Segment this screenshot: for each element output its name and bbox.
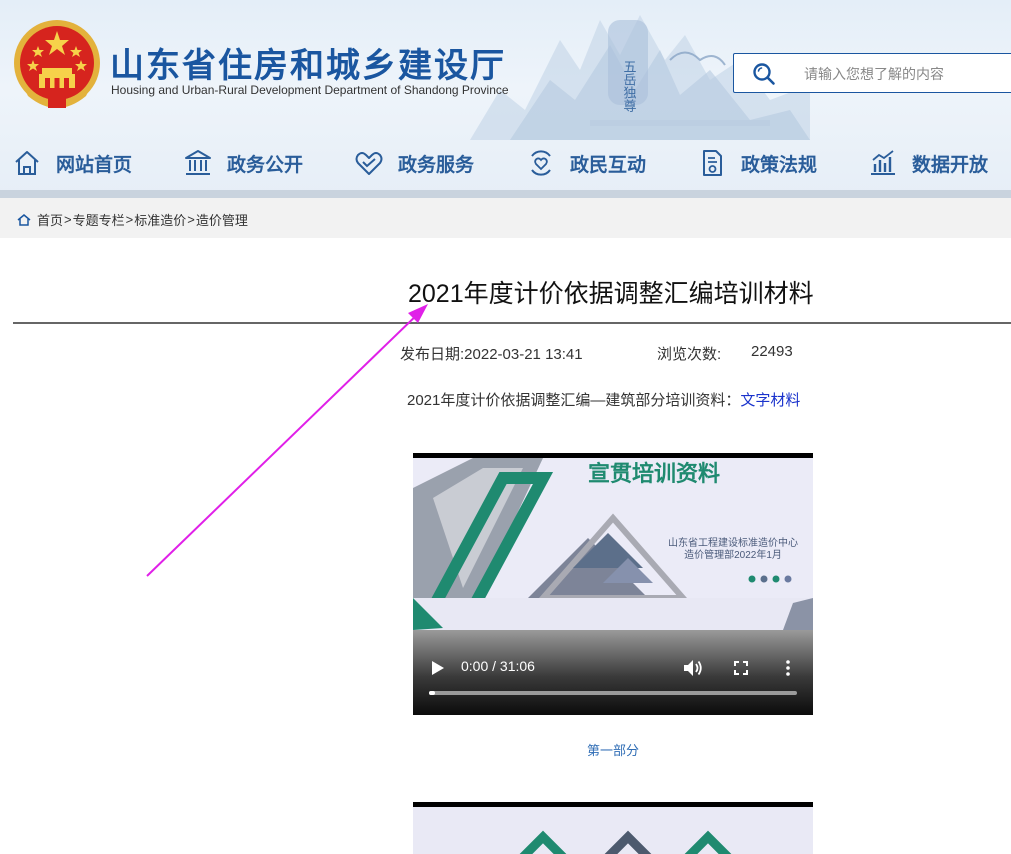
publish-date: 发布日期:2022-03-21 13:41: [400, 343, 583, 364]
publish-date-label: 发布日期:: [400, 346, 465, 363]
interaction-heart-icon: [531, 150, 551, 176]
breadcrumb-home[interactable]: 首页: [37, 210, 63, 229]
fullscreen-icon[interactable]: [734, 661, 748, 675]
site-subtitle: Housing and Urban-Rural Development Depa…: [111, 83, 509, 97]
slide-org: 山东省工程建设标准造价中心 造价管理部2022年1月: [663, 538, 803, 562]
nav-label: 政民互动: [570, 153, 647, 176]
video-slide-graphic: [413, 807, 813, 854]
nav-item-citizen-interaction[interactable]: 政民互动: [526, 140, 646, 186]
site-title: 山东省住房和城乡建设厅: [110, 46, 506, 86]
nav-label: 政务公开: [227, 153, 304, 176]
nav-label: 网站首页: [56, 153, 133, 176]
nav-label: 政策法规: [741, 153, 818, 176]
play-icon[interactable]: [431, 660, 445, 676]
breadcrumb: 首页 > 专题专栏 > 标准造价 > 造价管理: [17, 210, 248, 229]
video-caption: 第一部分: [586, 743, 639, 758]
nav-item-policies[interactable]: 政策法规: [697, 140, 817, 186]
nav-label: 数据开放: [912, 153, 989, 176]
main-nav: 网站首页 政务公开 政务服务 政民互动 政策法规 数据开放: [0, 140, 1011, 186]
slide-heading: 宣贯培训资料: [588, 462, 721, 487]
publish-date-value: 2022-03-21 13:41: [464, 346, 583, 363]
breadcrumb-standard-cost[interactable]: 标准造价: [134, 210, 186, 229]
video-progress-fill: [429, 691, 435, 695]
slide-org-line1: 山东省工程建设标准造价中心: [668, 538, 798, 549]
breadcrumb-separator: >: [64, 212, 72, 227]
volume-icon[interactable]: [683, 659, 703, 677]
site-header: 五岳独尊 山东省住房和城乡建设厅 Housing and Urban-Rural…: [0, 0, 1011, 198]
national-emblem-logo: [14, 20, 100, 108]
bar-chart-icon: [871, 150, 895, 175]
video-player[interactable]: [413, 802, 813, 854]
video-player[interactable]: 宣贯培训资料 山东省工程建设标准造价中心 造价管理部2022年1月 0:00 /…: [413, 453, 813, 715]
search-input[interactable]: [804, 63, 1004, 85]
nav-item-government-services[interactable]: 政务服务: [354, 140, 474, 186]
article-title: 2021年度计价依据调整汇编培训材料: [408, 280, 814, 308]
nav-item-home[interactable]: 网站首页: [12, 140, 132, 186]
policy-document-icon: [703, 150, 722, 176]
video-time: 0:00 / 31:06: [461, 658, 535, 674]
home-icon: [15, 151, 39, 175]
home-icon: [17, 213, 31, 226]
video-frame: [413, 807, 813, 854]
intro-text: 2021年度计价依据调整汇编—建筑部分培训资料：: [407, 392, 741, 409]
breadcrumb-special-topics[interactable]: 专题专栏: [73, 210, 125, 229]
breadcrumb-cost-management[interactable]: 造价管理: [196, 210, 248, 229]
breadcrumb-bar: 首页 > 专题专栏 > 标准造价 > 造价管理: [0, 198, 1011, 238]
view-count-label: 浏览次数:: [657, 346, 722, 363]
header-divider: [0, 190, 1011, 198]
breadcrumb-separator: >: [125, 212, 134, 227]
slide-org-line2: 造价管理部2022年1月: [684, 550, 782, 561]
breadcrumb-separator: >: [187, 212, 195, 227]
view-count-value: 22493: [751, 343, 793, 360]
mountain-inscription: 五岳独尊: [621, 60, 637, 112]
annotation-arrow: [146, 304, 428, 577]
text-material-link[interactable]: 文字材料: [740, 392, 800, 409]
video-controls: 0:00 / 31:06: [413, 630, 813, 715]
title-divider: [13, 322, 1011, 324]
video-progress-bar[interactable]: [429, 691, 797, 695]
search-icon[interactable]: [752, 62, 776, 86]
nav-item-open-data[interactable]: 数据开放: [868, 140, 988, 186]
search-box: [733, 53, 1011, 93]
handshake-heart-icon: [355, 152, 383, 175]
government-building-icon: [185, 150, 211, 175]
video-frame: 宣贯培训资料 山东省工程建设标准造价中心 造价管理部2022年1月: [413, 458, 813, 630]
article-intro: 2021年度计价依据调整汇编—建筑部分培训资料：文字材料: [407, 389, 800, 410]
more-options-icon[interactable]: [785, 660, 791, 676]
nav-item-government-affairs[interactable]: 政务公开: [183, 140, 303, 186]
nav-label: 政务服务: [398, 153, 475, 176]
